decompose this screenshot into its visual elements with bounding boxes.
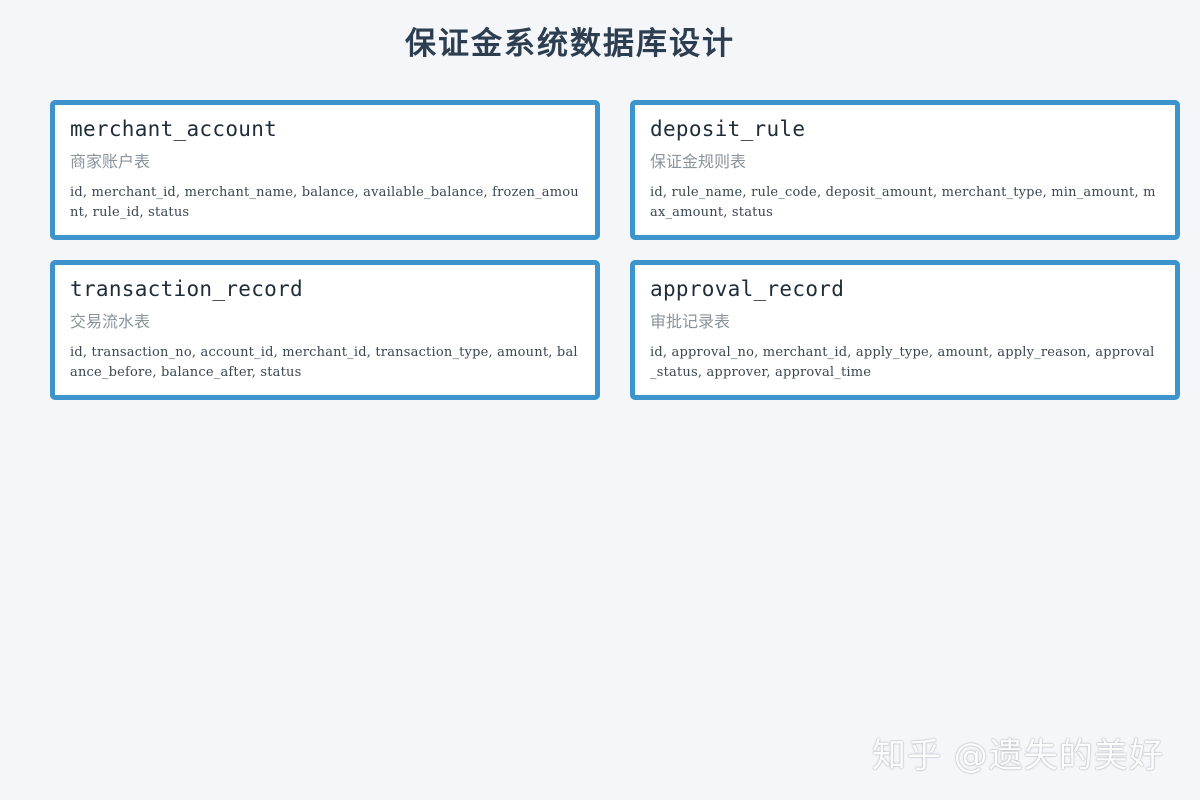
table-card-merchant-account: merchant_account 商家账户表 id, merchant_id, … xyxy=(50,100,600,240)
table-card-deposit-rule: deposit_rule 保证金规则表 id, rule_name, rule_… xyxy=(630,100,1180,240)
table-fields: id, approval_no, merchant_id, apply_type… xyxy=(650,345,1155,380)
table-card-approval-record: approval_record 审批记录表 id, approval_no, m… xyxy=(630,260,1180,400)
table-name: approval_record xyxy=(650,277,845,301)
table-description: 交易流水表 xyxy=(70,312,151,331)
table-name: transaction_record xyxy=(70,277,303,301)
table-fields: id, merchant_id, merchant_name, balance,… xyxy=(70,185,579,220)
table-name: deposit_rule xyxy=(650,117,806,141)
table-description: 审批记录表 xyxy=(650,312,731,331)
page-title: 保证金系统数据库设计 xyxy=(405,26,735,62)
table-name: merchant_account xyxy=(70,117,278,141)
table-description: 保证金规则表 xyxy=(650,152,747,171)
table-grid: merchant_account 商家账户表 id, merchant_id, … xyxy=(50,100,1180,400)
table-description: 商家账户表 xyxy=(70,152,151,171)
table-card-transaction-record: transaction_record 交易流水表 id, transaction… xyxy=(50,260,600,400)
table-fields: id, rule_name, rule_code, deposit_amount… xyxy=(650,185,1156,220)
table-fields: id, transaction_no, account_id, merchant… xyxy=(70,345,578,380)
watermark: 知乎 @遗失的美好 xyxy=(872,736,1164,776)
